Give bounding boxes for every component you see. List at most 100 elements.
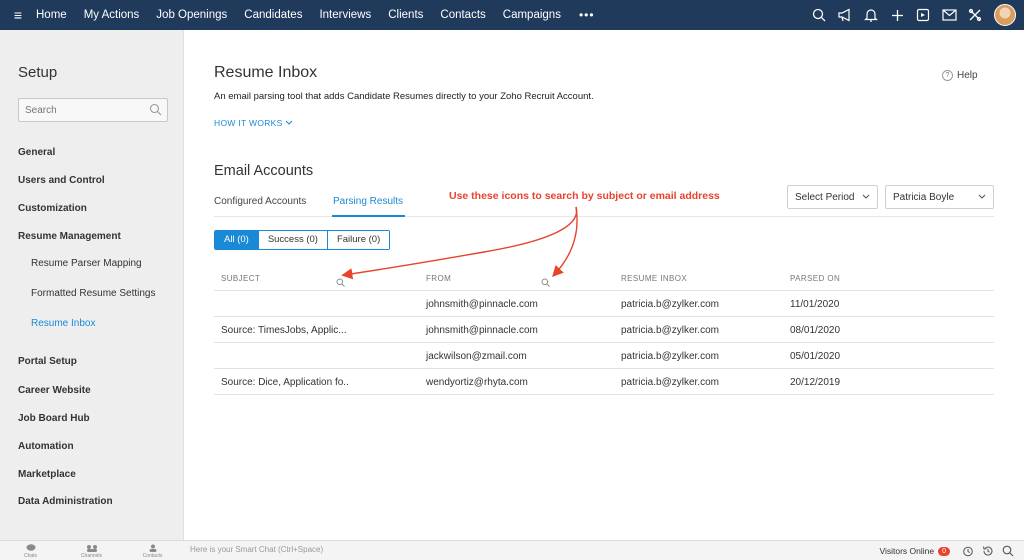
table-header: SUBJECT FROM RESUME INBOX PARSED ON (214, 265, 994, 291)
visitors-online-label[interactable]: Visitors Online (879, 546, 934, 556)
hamburger-menu-icon[interactable]: ≡ (6, 7, 30, 23)
sidebar-item-customization[interactable]: Customization (18, 203, 87, 214)
mail-icon[interactable] (936, 0, 962, 30)
cell-parsed-on: 05/01/2020 (790, 351, 841, 362)
header-from: FROM (426, 274, 452, 283)
sidebar-item-resume-management[interactable]: Resume Management (18, 231, 121, 242)
page-description: An email parsing tool that adds Candidat… (214, 91, 594, 102)
filter-failure-button[interactable]: Failure (0) (326, 231, 390, 249)
sidebar-item-data-administration[interactable]: Data Administration (18, 496, 113, 507)
nav-clients[interactable]: Clients (388, 9, 423, 21)
sidebar-item-formatted-resume-settings[interactable]: Formatted Resume Settings (31, 288, 156, 299)
how-it-works-link[interactable]: HOW IT WORKS (214, 118, 293, 128)
sidebar-item-marketplace[interactable]: Marketplace (18, 469, 76, 480)
how-it-works-label: HOW IT WORKS (214, 118, 283, 128)
cell-from: johnsmith@pinnacle.com (426, 299, 538, 310)
bottom-right-tools: Visitors Online 0 (879, 541, 1018, 560)
sidebar-title: Setup (18, 64, 58, 81)
nav-right-tools (806, 0, 1016, 30)
page-title: Resume Inbox (214, 64, 318, 81)
cell-subject: Source: TimesJobs, Applic... (221, 325, 347, 336)
plus-icon[interactable] (884, 0, 910, 30)
tools-icon[interactable] (962, 0, 988, 30)
cell-parsed-on: 11/01/2020 (790, 299, 840, 310)
chevron-down-icon (862, 194, 870, 199)
setup-sidebar: Setup General Users and Control Customiz… (0, 30, 184, 540)
nav-job-openings[interactable]: Job Openings (156, 9, 227, 21)
cell-from: johnsmith@pinnacle.com (426, 325, 538, 336)
cell-from: jackwilson@zmail.com (426, 351, 527, 362)
sidebar-item-users-and-control[interactable]: Users and Control (18, 175, 105, 186)
contacts-button[interactable]: Contacts (122, 541, 183, 560)
bottom-bar: Chats Channels Contacts Here is your Sma… (0, 540, 1024, 560)
cell-resume-inbox: patricia.b@zylker.com (621, 377, 719, 388)
subject-search-icon[interactable] (336, 274, 345, 292)
question-icon: ? (942, 70, 953, 81)
smart-chat-input[interactable]: Here is your Smart Chat (Ctrl+Space) (190, 545, 323, 554)
period-select[interactable]: Select Period (787, 185, 878, 209)
sidebar-item-portal-setup[interactable]: Portal Setup (18, 356, 77, 367)
from-search-icon[interactable] (541, 274, 550, 292)
bell-icon[interactable] (858, 0, 884, 30)
chats-button[interactable]: Chats (0, 541, 61, 560)
cell-resume-inbox: patricia.b@zylker.com (621, 351, 719, 362)
search-icon[interactable] (806, 0, 832, 30)
tab-configured-accounts[interactable]: Configured Accounts (214, 196, 306, 207)
cell-resume-inbox: patricia.b@zylker.com (621, 325, 719, 336)
alarm-clock-icon[interactable] (958, 541, 978, 560)
nav-candidates[interactable]: Candidates (244, 9, 302, 21)
table-row[interactable]: Source: TimesJobs, Applic... johnsmith@p… (214, 317, 994, 343)
nav-contacts[interactable]: Contacts (440, 9, 485, 21)
contacts-label: Contacts (142, 552, 163, 559)
search-icon[interactable] (149, 103, 162, 121)
cell-from: wendyortiz@rhyta.com (426, 377, 528, 388)
channels-icon (86, 544, 97, 552)
main-content: Resume Inbox An email parsing tool that … (184, 30, 1024, 540)
search-icon[interactable] (998, 541, 1018, 560)
channels-button[interactable]: Channels (61, 541, 122, 560)
sidebar-item-resume-parser-mapping[interactable]: Resume Parser Mapping (31, 258, 142, 269)
sidebar-item-career-website[interactable]: Career Website (18, 385, 91, 396)
nav-campaigns[interactable]: Campaigns (503, 9, 561, 21)
nav-interviews[interactable]: Interviews (319, 9, 371, 21)
parsing-results-table: SUBJECT FROM RESUME INBOX PARSED ON john… (214, 265, 994, 395)
sidebar-search-input[interactable] (19, 99, 139, 121)
chevron-down-icon (978, 194, 986, 199)
header-parsed-on: PARSED ON (790, 274, 841, 283)
sidebar-search[interactable] (18, 98, 168, 122)
help-link[interactable]: ? Help (942, 70, 978, 81)
chat-icon (26, 543, 35, 551)
visitors-count-badge: 0 (938, 546, 950, 556)
table-row[interactable]: Source: Dice, Application fo.. wendyorti… (214, 369, 994, 395)
table-row[interactable]: johnsmith@pinnacle.com patricia.b@zylker… (214, 291, 994, 317)
active-tab-indicator (332, 215, 405, 217)
user-select[interactable]: Patricia Boyle (885, 185, 994, 209)
filter-success-button[interactable]: Success (0) (257, 231, 327, 249)
filter-all-button[interactable]: All (0) (215, 231, 258, 249)
nav-my-actions[interactable]: My Actions (84, 9, 140, 21)
sidebar-item-general[interactable]: General (18, 147, 55, 158)
megaphone-icon[interactable] (832, 0, 858, 30)
contact-icon (149, 544, 156, 552)
avatar[interactable] (994, 4, 1016, 26)
top-nav: ≡ Home My Actions Job Openings Candidate… (0, 0, 1024, 30)
nav-more-icon[interactable]: ••• (579, 8, 595, 22)
table-row[interactable]: jackwilson@zmail.com patricia.b@zylker.c… (214, 343, 994, 369)
sidebar-item-automation[interactable]: Automation (18, 441, 74, 452)
period-select-value: Select Period (795, 191, 855, 203)
history-icon[interactable] (978, 541, 998, 560)
sidebar-item-job-board-hub[interactable]: Job Board Hub (18, 413, 90, 424)
cell-subject: Source: Dice, Application fo.. (221, 377, 349, 388)
bottom-tools: Chats Channels Contacts (0, 541, 184, 560)
chevron-down-icon (285, 120, 293, 125)
user-select-value: Patricia Boyle (893, 191, 955, 203)
nav-items: Home My Actions Job Openings Candidates … (30, 8, 595, 22)
calendar-icon[interactable] (910, 0, 936, 30)
tab-divider (214, 216, 994, 217)
channels-label: Channels (80, 552, 103, 559)
annotation-text: Use these icons to search by subject or … (449, 190, 720, 202)
nav-home[interactable]: Home (36, 9, 67, 21)
sidebar-item-resume-inbox[interactable]: Resume Inbox (31, 318, 95, 329)
help-label: Help (957, 70, 978, 81)
tab-parsing-results[interactable]: Parsing Results (333, 196, 403, 207)
